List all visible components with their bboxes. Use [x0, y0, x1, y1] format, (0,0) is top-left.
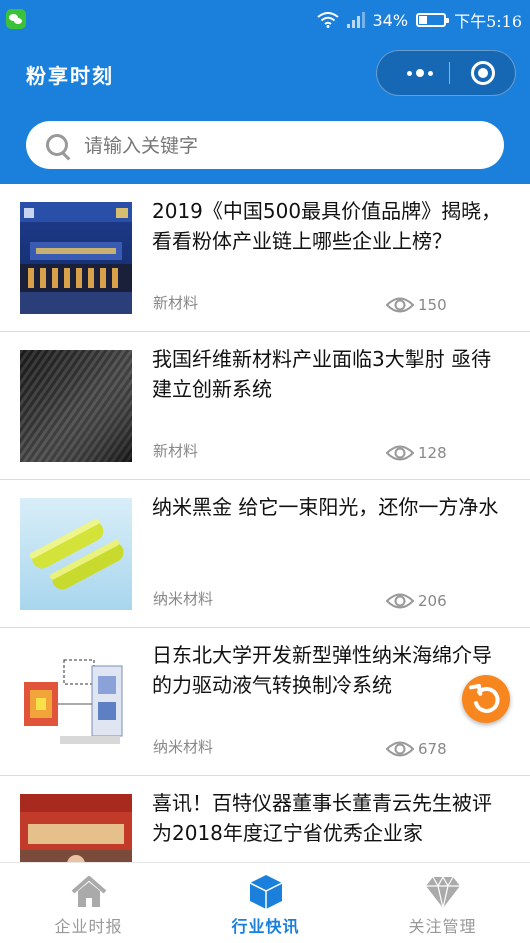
view-count-value: 128 [418, 444, 447, 462]
tab-enterprise-news[interactable]: 企业时报 [0, 863, 177, 943]
search-box[interactable] [26, 121, 504, 169]
close-miniprogram-button[interactable] [471, 61, 495, 85]
tab-label: 行业快讯 [231, 917, 300, 936]
more-options-button[interactable] [397, 51, 443, 95]
search-icon [46, 134, 68, 156]
article-title: 我国纤维新材料产业面临3大掣肘 亟待建立创新系统 [152, 347, 492, 401]
tab-industry-news[interactable]: 行业快讯 [177, 863, 354, 943]
search-input[interactable] [82, 129, 486, 163]
article-thumbnail [20, 646, 132, 758]
diamond-icon [426, 875, 460, 909]
article-thumbnail [20, 202, 132, 314]
clock: 下午5:16 [454, 12, 522, 31]
eye-icon [386, 593, 414, 609]
article-item[interactable]: 2019《中国500最具价值品牌》揭晓，看看粉体产业链上哪些企业上榜？ 新材料 … [0, 184, 530, 332]
article-item[interactable]: 我国纤维新材料产业面临3大掣肘 亟待建立创新系统 新材料 128 [0, 332, 530, 480]
view-count: 678 [386, 739, 447, 759]
miniprogram-capsule [376, 50, 516, 96]
signal-icon [346, 12, 365, 28]
page-title: 粉享时刻 [26, 64, 114, 88]
eye-icon [386, 445, 414, 461]
status-bar: 34% 下午5:16 [0, 0, 530, 40]
article-category: 新材料 [153, 442, 199, 460]
article-thumbnail [20, 350, 132, 462]
view-count: 206 [386, 591, 447, 611]
cube-icon [249, 875, 283, 909]
view-count: 128 [386, 443, 447, 463]
capsule-divider [449, 62, 450, 84]
eye-icon [386, 297, 414, 313]
home-icon [71, 876, 107, 907]
tab-follow-management[interactable]: 关注管理 [354, 863, 530, 943]
refresh-button[interactable] [462, 675, 510, 723]
tab-label: 关注管理 [408, 917, 477, 936]
status-indicators: 34% 下午5:16 [316, 8, 522, 32]
article-category: 纳米材料 [153, 590, 214, 608]
battery-percent: 34% [372, 10, 409, 30]
eye-icon [386, 741, 414, 757]
tab-label: 企业时报 [54, 917, 123, 936]
article-title: 纳米黑金 给它一束阳光，还你一方净水 [152, 495, 499, 519]
view-count: 150 [386, 295, 447, 315]
view-count-value: 150 [418, 296, 447, 314]
article-category: 纳米材料 [153, 738, 214, 756]
article-title: 喜讯！百特仪器董事长董青云先生被评为2018年度辽宁省优秀企业家 [152, 791, 492, 845]
navigation-bar: 粉享时刻 [0, 40, 530, 108]
article-title: 日东北大学开发新型弹性纳米海绵介导的力驱动液气转换制冷系统 [152, 643, 492, 697]
search-section [0, 108, 530, 184]
article-item[interactable]: 纳米黑金 给它一束阳光，还你一方净水 纳米材料 206 [0, 480, 530, 628]
article-item[interactable]: 日东北大学开发新型弹性纳米海绵介导的力驱动液气转换制冷系统 纳米材料 678 [0, 628, 530, 776]
battery-icon [416, 13, 450, 27]
wechat-notification-icon [6, 9, 26, 29]
article-list: 2019《中国500最具价值品牌》揭晓，看看粉体产业链上哪些企业上榜？ 新材料 … [0, 184, 530, 924]
article-title: 2019《中国500最具价值品牌》揭晓，看看粉体产业链上哪些企业上榜？ [152, 199, 502, 253]
view-count-value: 678 [418, 740, 447, 758]
article-thumbnail [20, 498, 132, 610]
refresh-icon [469, 683, 500, 713]
view-count-value: 206 [418, 592, 447, 610]
wifi-icon [316, 12, 339, 28]
article-category: 新材料 [153, 294, 199, 312]
bottom-tab-bar: 企业时报 行业快讯 关注管理 [0, 862, 530, 943]
